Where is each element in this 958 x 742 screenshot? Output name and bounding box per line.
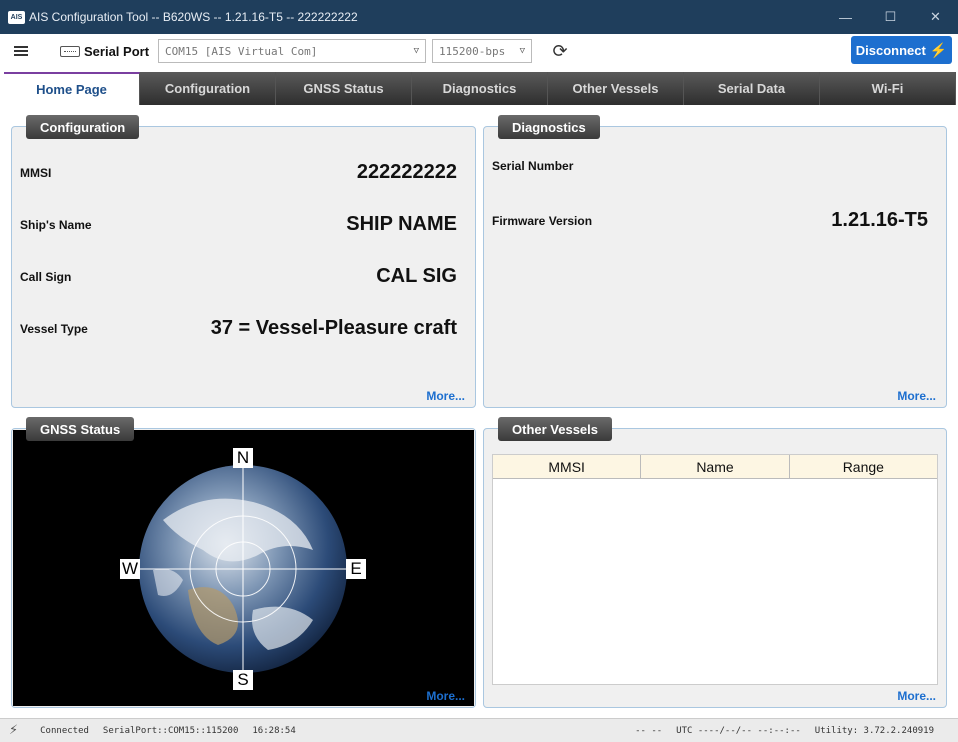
gnss-fix-status: -- -- bbox=[635, 725, 663, 736]
maximize-button[interactable]: ☐ bbox=[868, 0, 913, 34]
tab-serial-data[interactable]: Serial Data bbox=[684, 72, 820, 105]
call-sign-label: Call Sign bbox=[20, 269, 72, 284]
close-button[interactable]: ✕ bbox=[913, 0, 958, 34]
compass-east: E bbox=[346, 559, 366, 579]
ship-name-label: Ship's Name bbox=[20, 217, 92, 232]
firmware-version-label: Firmware Version bbox=[492, 213, 593, 228]
column-range[interactable]: Range bbox=[790, 455, 937, 478]
tab-diagnostics[interactable]: Diagnostics bbox=[412, 72, 548, 105]
serial-port-icon bbox=[60, 45, 80, 57]
gnss-status-header: GNSS Status bbox=[26, 417, 135, 441]
configuration-header: Configuration bbox=[26, 115, 140, 139]
disconnect-label: Disconnect bbox=[855, 42, 926, 58]
call-sign-value: CAL SIG bbox=[376, 265, 457, 287]
serial-number-label: Serial Number bbox=[492, 159, 574, 173]
compass-south: S bbox=[233, 670, 253, 690]
gnss-status-panel: N S E W GNSS Status More... bbox=[11, 417, 476, 708]
diagnostics-panel: Diagnostics Serial Number Firmware Versi… bbox=[483, 115, 947, 408]
configuration-more-link[interactable]: More... bbox=[426, 389, 465, 403]
gnss-sky-view: N S E W bbox=[13, 430, 474, 706]
disconnect-button[interactable]: Disconnect ⚡ bbox=[851, 36, 952, 64]
gnss-more-link[interactable]: More... bbox=[426, 689, 465, 703]
earth-compass-graphic bbox=[133, 460, 353, 678]
utility-version: Utility: 3.72.2.240919 bbox=[814, 725, 934, 736]
column-name[interactable]: Name bbox=[641, 455, 790, 478]
tab-other-vessels[interactable]: Other Vessels bbox=[548, 72, 684, 105]
utc-status: UTC ----/--/-- --:--:-- bbox=[676, 725, 801, 736]
tab-gnss-status[interactable]: GNSS Status bbox=[276, 72, 412, 105]
ship-name-value: SHIP NAME bbox=[346, 213, 457, 235]
serial-port-select[interactable]: COM15 [AIS Virtual Com] ▽ bbox=[158, 39, 426, 63]
mmsi-label: MMSI bbox=[20, 165, 52, 180]
serial-number-row: Serial Number bbox=[492, 159, 928, 173]
other-vessels-header: Other Vessels bbox=[498, 417, 612, 441]
title-bar: AIS AIS Configuration Tool -- B620WS -- … bbox=[0, 0, 958, 34]
diagnostics-header: Diagnostics bbox=[498, 115, 600, 139]
tab-wifi[interactable]: Wi-Fi bbox=[820, 72, 956, 105]
tab-bar: Home Page Configuration GNSS Status Diag… bbox=[4, 72, 956, 105]
clock-time: 16:28:54 bbox=[252, 725, 296, 736]
vessels-table-header: MMSI Name Range bbox=[493, 455, 937, 479]
vessels-table[interactable]: MMSI Name Range bbox=[492, 454, 938, 685]
serial-port-text: Serial Port bbox=[84, 43, 150, 59]
serial-port-status: SerialPort::COM15::115200 bbox=[102, 725, 239, 736]
window-controls: — ☐ ✕ bbox=[823, 0, 958, 34]
chevron-down-icon: ▽ bbox=[413, 46, 419, 56]
plug-icon: ⚡ bbox=[929, 41, 948, 58]
compass-west: W bbox=[120, 559, 140, 579]
ship-name-row: Ship's Name SHIP NAME bbox=[20, 213, 457, 236]
serial-port-label: Serial Port bbox=[60, 44, 149, 59]
serial-port-value: COM15 [AIS Virtual Com] bbox=[165, 44, 318, 58]
firmware-version-value: 1.21.16-T5 bbox=[831, 209, 928, 231]
minimize-button[interactable]: — bbox=[823, 0, 868, 34]
status-bar: ⚡ Connected SerialPort::COM15::115200 16… bbox=[0, 718, 958, 742]
refresh-icon[interactable]: ⟳ bbox=[548, 39, 572, 63]
hamburger-menu-icon[interactable] bbox=[14, 46, 28, 56]
mmsi-row: MMSI 222222222 bbox=[20, 161, 457, 184]
diagnostics-more-link[interactable]: More... bbox=[897, 389, 936, 403]
connection-plug-icon: ⚡ bbox=[9, 723, 19, 738]
window-title: AIS Configuration Tool -- B620WS -- 1.21… bbox=[29, 10, 358, 24]
chevron-down-icon: ▽ bbox=[519, 46, 525, 56]
vessel-type-row: Vessel Type 37 = Vessel-Pleasure craft bbox=[20, 317, 457, 340]
compass-north: N bbox=[233, 448, 253, 468]
firmware-version-row: Firmware Version 1.21.16-T5 bbox=[492, 209, 928, 232]
mmsi-value: 222222222 bbox=[356, 161, 457, 183]
vessels-more-link[interactable]: More... bbox=[897, 689, 936, 703]
configuration-panel: Configuration MMSI 222222222 Ship's Name… bbox=[11, 115, 476, 408]
connection-status: Connected bbox=[40, 725, 89, 736]
baud-rate-select[interactable]: 115200-bps ▽ bbox=[432, 39, 532, 63]
column-mmsi[interactable]: MMSI bbox=[493, 455, 642, 478]
tab-home-page[interactable]: Home Page bbox=[4, 72, 140, 105]
app-icon: AIS bbox=[8, 10, 25, 24]
baud-rate-value: 115200-bps bbox=[439, 44, 506, 58]
other-vessels-panel: Other Vessels MMSI Name Range More... bbox=[483, 417, 947, 708]
vessel-type-value: 37 = Vessel-Pleasure craft bbox=[210, 317, 457, 339]
tab-configuration[interactable]: Configuration bbox=[140, 72, 276, 105]
call-sign-row: Call Sign CAL SIG bbox=[20, 265, 457, 288]
vessel-type-label: Vessel Type bbox=[20, 321, 88, 336]
